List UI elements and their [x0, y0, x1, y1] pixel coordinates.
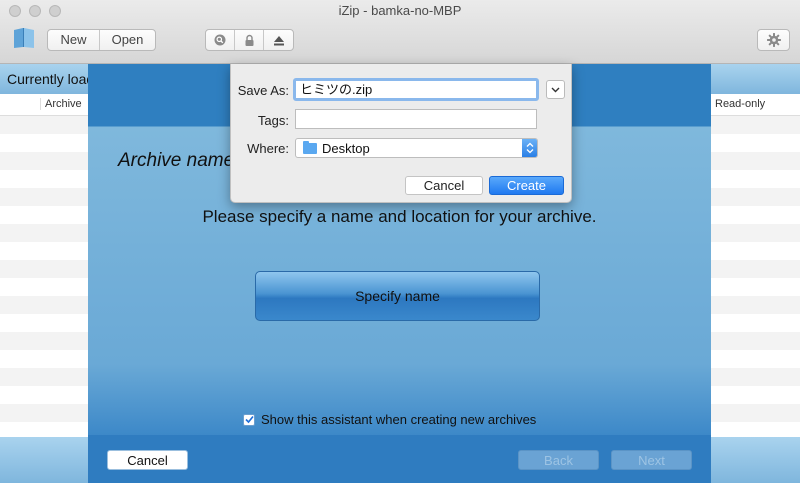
- new-button[interactable]: New: [48, 30, 100, 50]
- assistant-back-button[interactable]: Back: [518, 450, 599, 470]
- folder-icon: [303, 140, 317, 154]
- readonly-column-header[interactable]: Read-only: [710, 98, 765, 110]
- assistant-instruction: Please specify a name and location for y…: [202, 207, 597, 226]
- where-label: Where:: [247, 141, 289, 156]
- specify-name-button[interactable]: Specify name: [255, 271, 540, 321]
- show-assistant-label: Show this assistant when creating new ar…: [261, 412, 537, 427]
- where-value: Desktop: [322, 140, 370, 156]
- show-assistant-option[interactable]: Show this assistant when creating new ar…: [243, 412, 536, 427]
- titlebar: iZip - bamka-no-MBP New Open: [0, 0, 800, 64]
- assistant-next-button[interactable]: Next: [611, 450, 692, 470]
- app-book-icon: [14, 28, 34, 48]
- lock-button[interactable]: [235, 30, 264, 50]
- search-button[interactable]: [206, 30, 235, 50]
- dialog-cancel-button[interactable]: Cancel: [405, 176, 483, 195]
- where-select[interactable]: Desktop: [295, 138, 538, 158]
- expand-dialog-button[interactable]: [546, 80, 565, 99]
- izip-window: iZip - bamka-no-MBP New Open Currently l…: [0, 0, 800, 483]
- save-as-label: Save As:: [237, 83, 289, 98]
- checkmark-icon: [244, 415, 254, 424]
- save-as-field[interactable]: ヒミツの.zip: [293, 78, 539, 101]
- open-button[interactable]: Open: [100, 30, 155, 50]
- new-open-segment: New Open: [47, 29, 156, 51]
- dialog-create-button[interactable]: Create: [489, 176, 564, 195]
- tags-label: Tags:: [257, 113, 289, 128]
- eject-button[interactable]: [264, 30, 293, 50]
- archive-column-header[interactable]: Archive: [40, 98, 82, 110]
- assistant-title: Archive name: [118, 150, 235, 171]
- select-stepper-icon: [522, 139, 537, 157]
- settings-button[interactable]: [757, 29, 790, 51]
- assistant-cancel-button[interactable]: Cancel: [107, 450, 188, 470]
- show-assistant-checkbox[interactable]: [243, 413, 255, 426]
- window-title: iZip - bamka-no-MBP: [338, 3, 462, 18]
- gear-icon: [766, 33, 781, 47]
- search-icon: [214, 34, 226, 46]
- tools-segment: [205, 29, 294, 51]
- lock-icon: [245, 34, 253, 46]
- eject-icon: [273, 35, 284, 45]
- save-dialog: Save As: ヒミツの.zip Tags: Where: Desktop C…: [230, 64, 572, 203]
- tags-field[interactable]: [295, 109, 537, 129]
- chevron-down-icon: [551, 87, 560, 92]
